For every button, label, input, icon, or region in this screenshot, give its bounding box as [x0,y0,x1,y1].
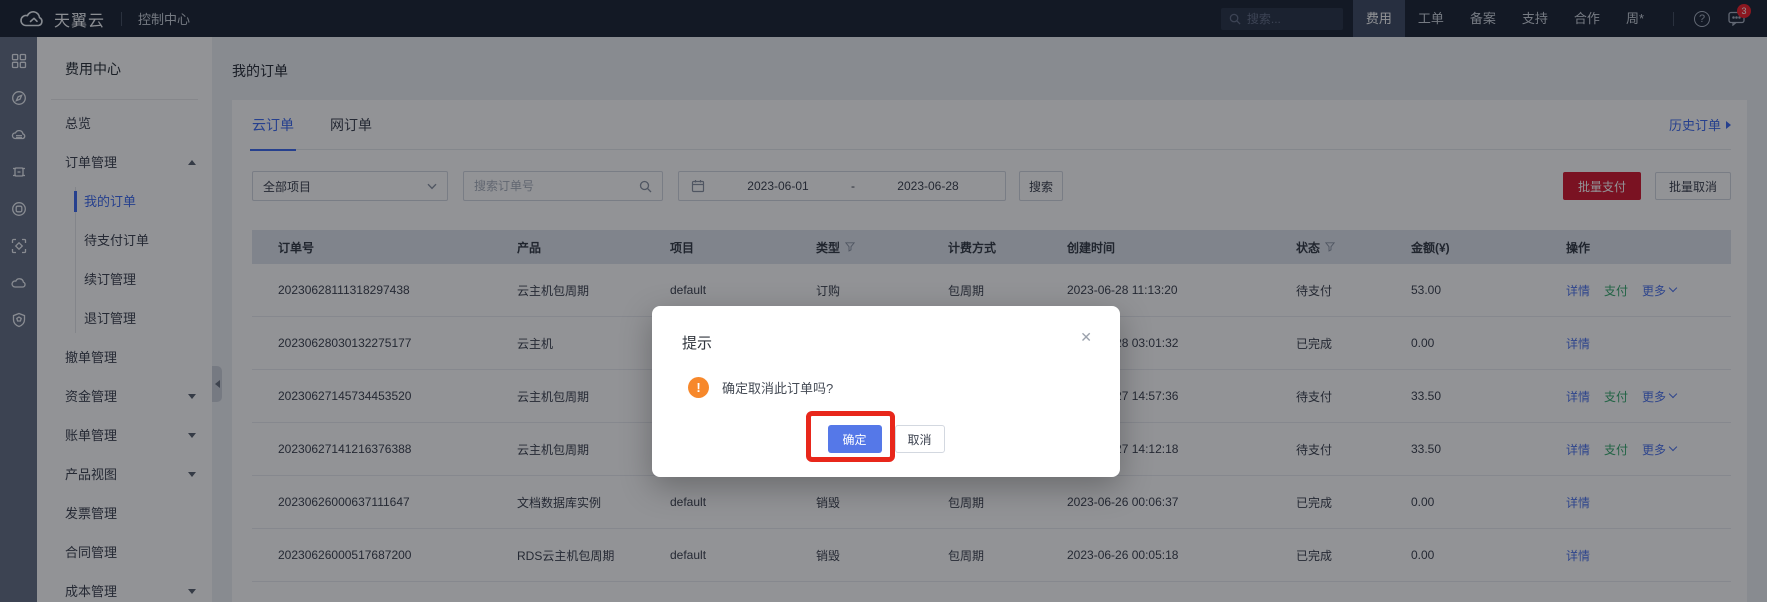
confirm-button[interactable]: 确定 [827,425,882,453]
dialog-title: 提示 [682,335,713,352]
dialog-body: ! 确定取消此订单吗? [688,377,833,398]
warning-icon: ! [688,377,709,398]
close-icon[interactable]: ✕ [1080,329,1092,346]
dialog-message: 确定取消此订单吗? [722,381,834,396]
cancel-button[interactable]: 取消 [894,425,945,453]
dialog-footer: 确定 取消 [652,425,1120,453]
modal-overlay [0,0,1767,602]
app-window: 天翼云 控制中心 费用工单备案支持合作周* ? 3 [0,0,1767,602]
confirm-dialog: 提示 ✕ ! 确定取消此订单吗? 确定 取消 [652,306,1120,477]
